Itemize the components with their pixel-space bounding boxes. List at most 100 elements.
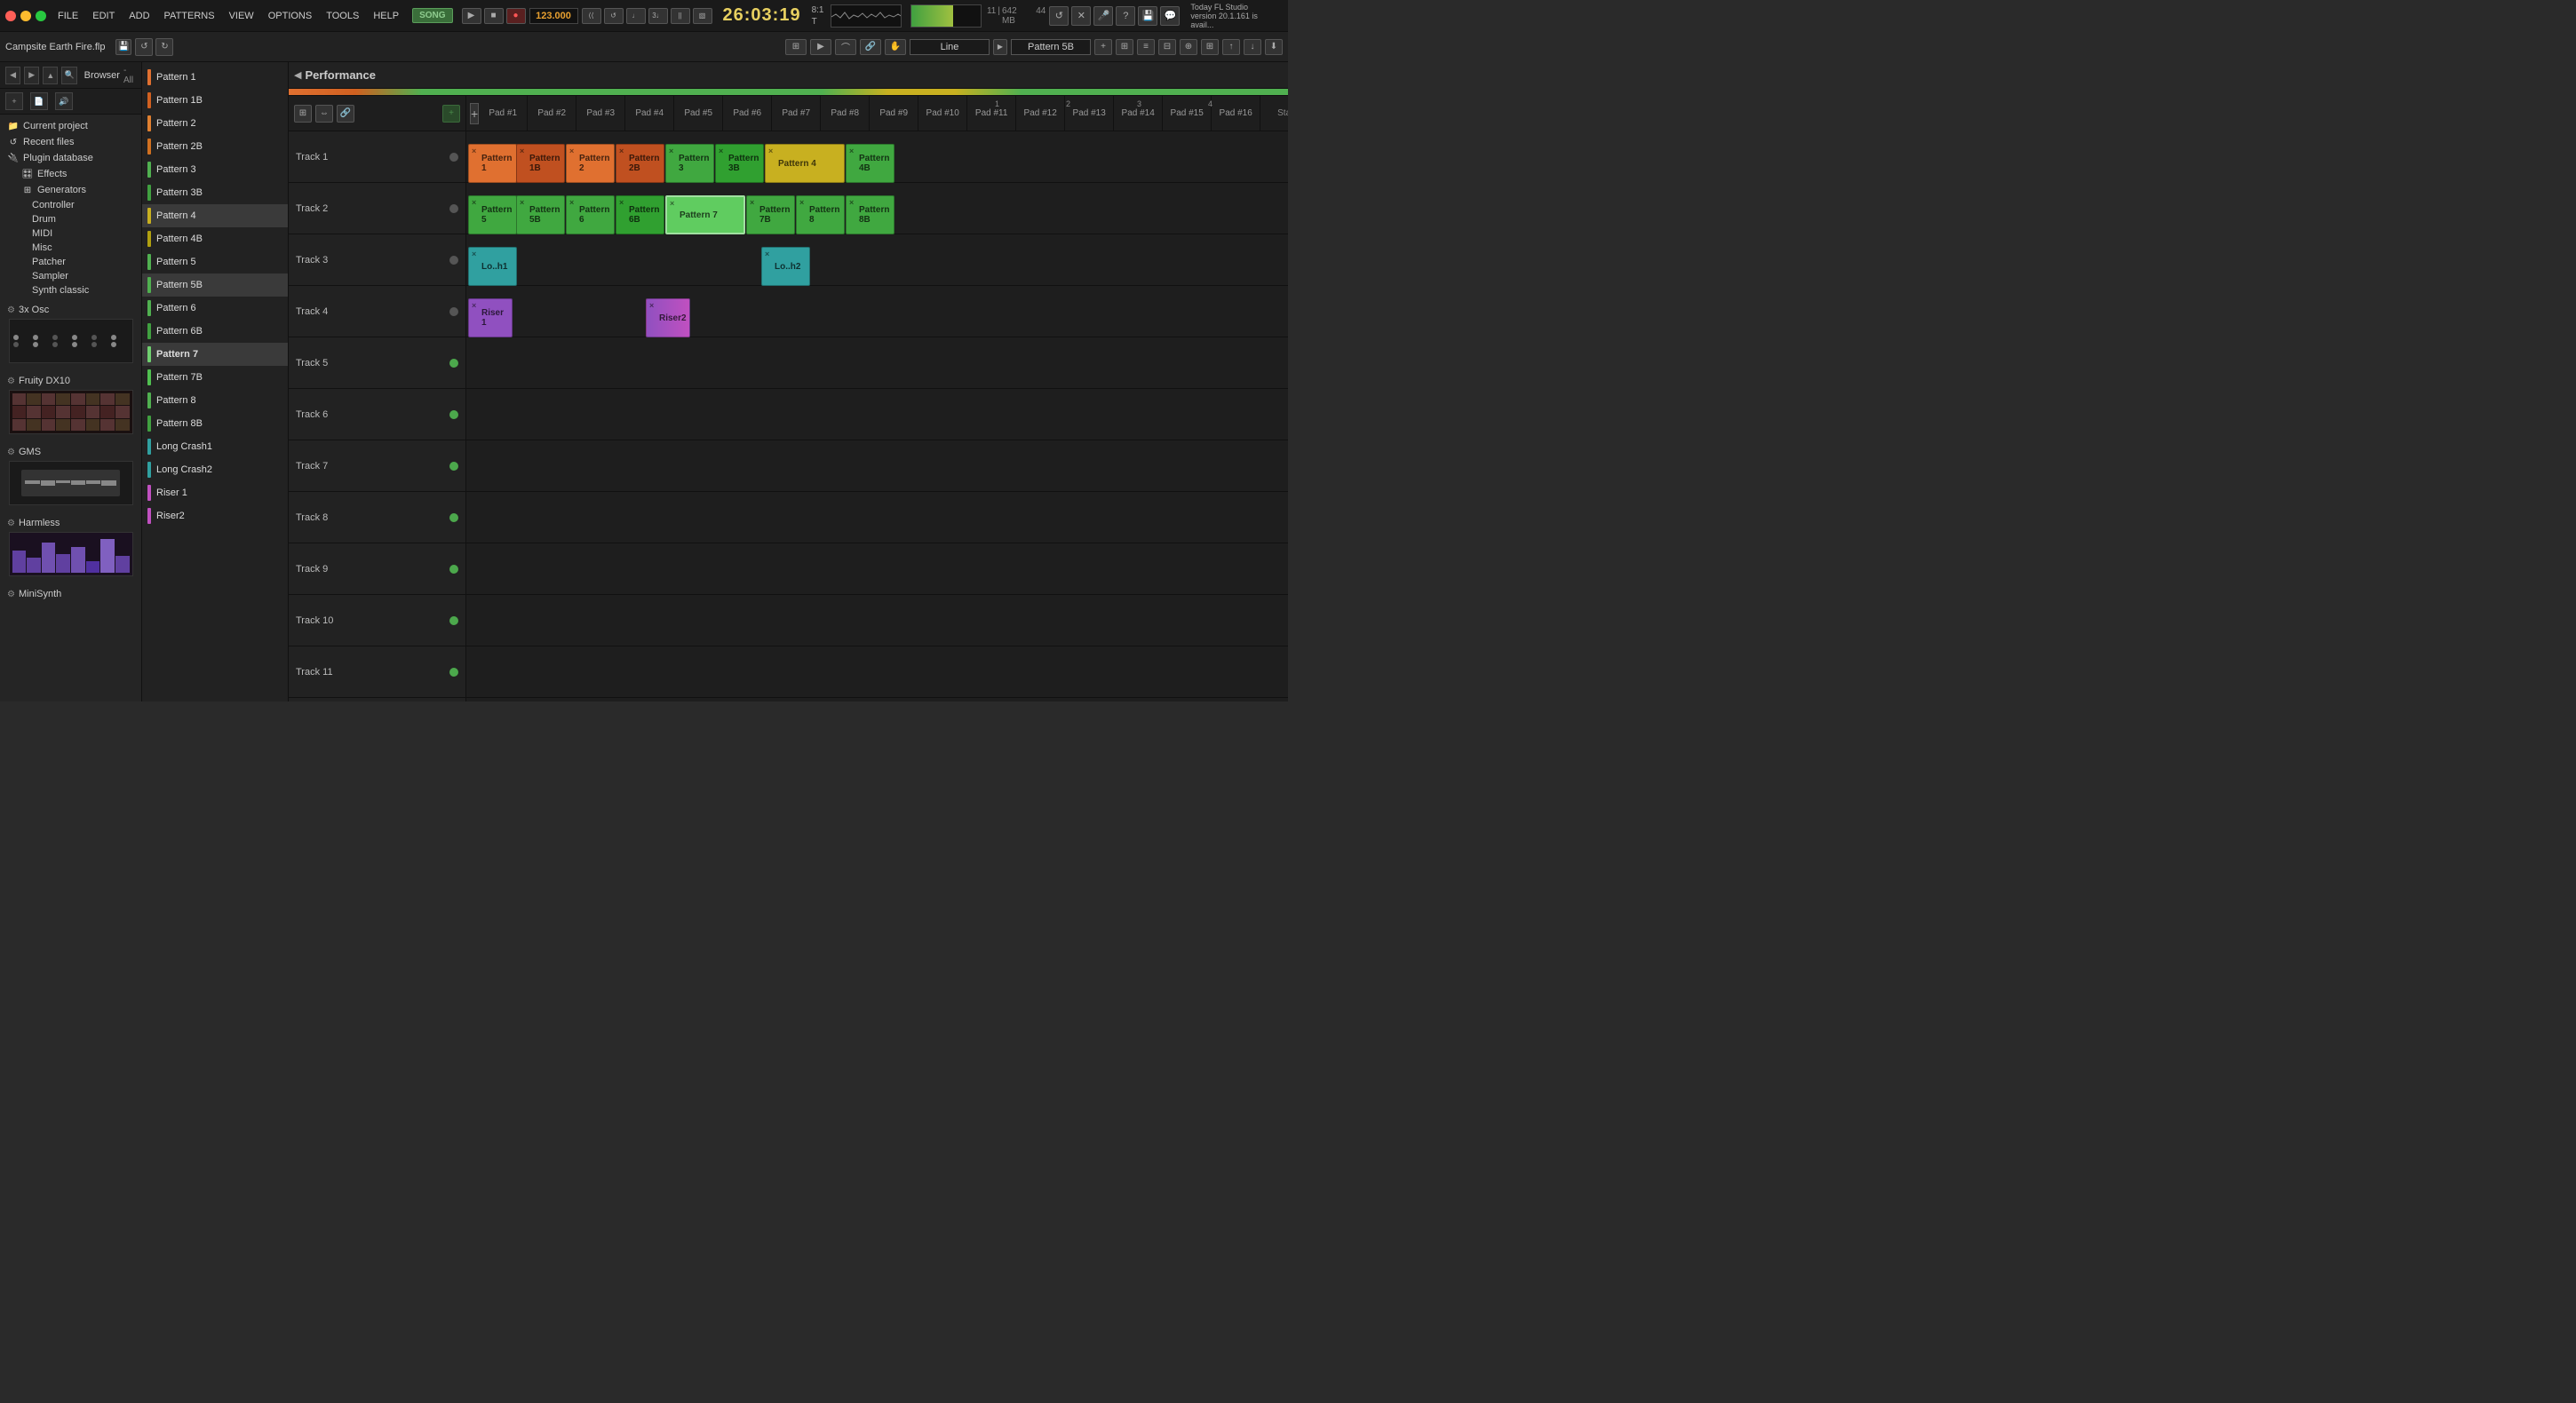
track-dot-8[interactable]	[449, 513, 458, 522]
menu-tools[interactable]: TOOLS	[323, 9, 362, 23]
record-button[interactable]: ●	[506, 8, 526, 24]
pad-5[interactable]: Pad #5	[674, 96, 723, 131]
pattern-item-riser1[interactable]: Riser 1	[142, 481, 288, 504]
close-button[interactable]	[5, 11, 16, 21]
menu-options[interactable]: OPTIONS	[266, 9, 315, 23]
pattern-nav8[interactable]: ⬇	[1265, 39, 1283, 55]
sidebar-item-sampler[interactable]: Sampler	[4, 269, 138, 283]
block-t1-p4b[interactable]: × Pattern 4B	[846, 144, 894, 183]
pattern-item-4b[interactable]: Pattern 4B	[142, 227, 288, 250]
pattern-item-long-crash1[interactable]: Long Crash1	[142, 435, 288, 458]
pad-add-button[interactable]: +	[470, 103, 479, 124]
plugin-name-gms[interactable]: ⚙ GMS	[7, 447, 134, 457]
pattern-item-6[interactable]: Pattern 6	[142, 297, 288, 320]
pattern-item-5b[interactable]: Pattern 5B	[142, 273, 288, 297]
pattern-nav4[interactable]: ⊕	[1180, 39, 1197, 55]
file-save-icon[interactable]: 💾	[115, 39, 131, 55]
pattern-plus-button[interactable]: +	[1094, 39, 1112, 55]
pad-7[interactable]: Pad #7	[772, 96, 821, 131]
menu-add[interactable]: ADD	[126, 9, 152, 23]
block-t2-p8b[interactable]: × Pattern 8B	[846, 195, 894, 234]
block-t1-p3b[interactable]: × Pattern 3B	[715, 144, 764, 183]
track-dot-4[interactable]	[449, 307, 458, 316]
menu-view[interactable]: VIEW	[227, 9, 257, 23]
track-dot-6[interactable]	[449, 410, 458, 419]
plugin-name-dx10[interactable]: ⚙ Fruity DX10	[7, 376, 134, 386]
pattern-item-2[interactable]: Pattern 2	[142, 112, 288, 135]
stop-button[interactable]: ■	[484, 8, 504, 24]
refresh-icon[interactable]: ↺	[1049, 6, 1069, 26]
arr-icon-arrows[interactable]: ⇔	[315, 105, 333, 123]
track-dot-3[interactable]	[449, 256, 458, 265]
pad-3[interactable]: Pad #3	[576, 96, 625, 131]
maximize-button[interactable]	[36, 11, 46, 21]
block-t1-p3[interactable]: × Pattern 3	[665, 144, 714, 183]
pattern-item-4[interactable]: Pattern 4	[142, 204, 288, 227]
pad-2[interactable]: Pad #2	[528, 96, 576, 131]
pad-6[interactable]: Pad #6	[723, 96, 772, 131]
sidebar-item-controller[interactable]: Controller	[4, 198, 138, 212]
loop-button[interactable]: ↺	[604, 8, 624, 24]
sidebar-item-generators[interactable]: ⊞ Generators	[4, 182, 138, 198]
play-button[interactable]: ▶	[462, 8, 481, 24]
pad-4[interactable]: Pad #4	[625, 96, 674, 131]
pad-9[interactable]: Pad #9	[870, 96, 918, 131]
pattern-nav1[interactable]: ⊞	[1116, 39, 1133, 55]
block-t2-p5[interactable]: × Pattern 5	[468, 195, 517, 234]
pattern-nav6[interactable]: ↑	[1222, 39, 1240, 55]
pattern-item-6b[interactable]: Pattern 6B	[142, 320, 288, 343]
channel-rack-icon[interactable]: ⊞	[785, 39, 807, 55]
menu-file[interactable]: FILE	[55, 9, 81, 23]
pattern-item-3b[interactable]: Pattern 3B	[142, 181, 288, 204]
arr-add-track[interactable]: +	[442, 105, 460, 123]
curve-icon[interactable]: ⌒	[835, 39, 856, 55]
link-icon[interactable]: 🔗	[860, 39, 881, 55]
block-t2-p8[interactable]: × Pattern 8	[796, 195, 845, 234]
block-t2-p6[interactable]: × Pattern 6	[566, 195, 615, 234]
sidebar-nav-audio[interactable]: 🔊	[55, 92, 73, 110]
mixer-button[interactable]: ▧	[693, 8, 712, 24]
block-t1-p4[interactable]: × Pattern 4	[765, 144, 845, 183]
sidebar-item-midi[interactable]: MIDI	[4, 226, 138, 241]
arr-icon-grid[interactable]: ⊞	[294, 105, 312, 123]
block-t2-p7[interactable]: × Pattern 7	[665, 195, 745, 234]
track-dot-10[interactable]	[449, 616, 458, 625]
menu-patterns[interactable]: PATTERNS	[162, 9, 218, 23]
pad-8[interactable]: Pad #8	[821, 96, 870, 131]
pattern-nav3[interactable]: ⊟	[1158, 39, 1176, 55]
pad-10[interactable]: Pad #10	[918, 96, 967, 131]
block-t3-loh2[interactable]: × Lo..h2	[761, 247, 810, 286]
sidebar-item-effects[interactable]: 🎛 Effects	[4, 166, 138, 182]
pattern-item-2b[interactable]: Pattern 2B	[142, 135, 288, 158]
block-t3-loh1[interactable]: × Lo..h1	[468, 247, 517, 286]
sidebar-search[interactable]: 🔍	[61, 67, 76, 84]
sidebar-item-synth-classic[interactable]: Synth classic	[4, 283, 138, 297]
pad-1[interactable]: Pad #1	[479, 96, 528, 131]
rotate2-icon[interactable]: ↻	[155, 38, 173, 56]
pattern-item-1[interactable]: Pattern 1	[142, 66, 288, 89]
plugin-name-minisynth[interactable]: ⚙ MiniSynth	[7, 589, 134, 599]
pattern-nav2[interactable]: ≡	[1137, 39, 1155, 55]
minimize-button[interactable]	[20, 11, 31, 21]
sidebar-item-recent-files[interactable]: ↺ Recent files	[4, 134, 138, 150]
pattern-item-8b[interactable]: Pattern 8B	[142, 412, 288, 435]
track-dot-1[interactable]	[449, 153, 458, 162]
sidebar-back[interactable]: ◀	[5, 67, 20, 84]
pattern-item-1b[interactable]: Pattern 1B	[142, 89, 288, 112]
sidebar-fwd[interactable]: ▶	[24, 67, 39, 84]
block-t1-p2b[interactable]: × Pattern 2B	[616, 144, 664, 183]
track-dot-5[interactable]	[449, 359, 458, 368]
sidebar-item-plugin-database[interactable]: 🔌 Plugin database	[4, 150, 138, 166]
block-t2-p5b[interactable]: × Pattern 5B	[516, 195, 565, 234]
sidebar-nav-plus[interactable]: +	[5, 92, 23, 110]
track-dot-2[interactable]	[449, 204, 458, 213]
sidebar-item-current-project[interactable]: 📁 Current project	[4, 118, 138, 134]
sidebar-up[interactable]: ▲	[43, 67, 58, 84]
pattern-item-7b[interactable]: Pattern 7B	[142, 366, 288, 389]
sidebar-item-patcher[interactable]: Patcher	[4, 255, 138, 269]
sidebar-item-misc[interactable]: Misc	[4, 241, 138, 255]
line-arrow[interactable]: ▶	[993, 39, 1007, 55]
mic-icon[interactable]: 🎤	[1093, 6, 1113, 26]
track-dot-11[interactable]	[449, 668, 458, 677]
pattern-item-long-crash2[interactable]: Long Crash2	[142, 458, 288, 481]
